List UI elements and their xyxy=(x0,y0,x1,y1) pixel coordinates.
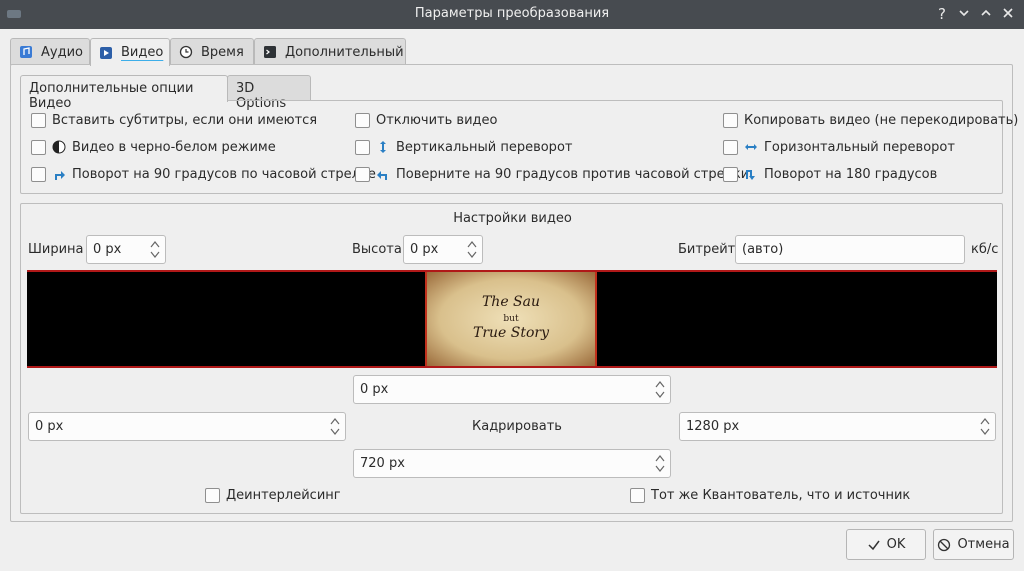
close-icon xyxy=(1003,8,1013,18)
option-rotate-180[interactable]: Поворот на 180 градусов xyxy=(723,165,937,183)
crop-left-value: 0 px xyxy=(35,419,64,434)
option-vertical-flip[interactable]: Вертикальный переворот xyxy=(355,138,572,156)
checkbox[interactable] xyxy=(31,139,46,155)
preview-title-line3: True Story xyxy=(472,325,550,341)
option-label: Поворот на 180 градусов xyxy=(764,166,938,182)
title-bar: Параметры преобразования ? xyxy=(0,0,1024,29)
width-label: Ширина xyxy=(28,242,84,257)
spin-arrows-icon[interactable] xyxy=(980,416,990,437)
option-label: Копировать видео (не перекодировать) xyxy=(744,112,1019,128)
option-label: Отключить видео xyxy=(376,112,498,128)
option-label: Горизонтальный переворот xyxy=(764,139,955,155)
crop-label: Кадрировать xyxy=(472,419,562,434)
option-label: Вставить субтитры, если они имеются xyxy=(52,112,318,128)
bitrate-input[interactable]: (авто) xyxy=(735,235,965,264)
spin-arrows-icon[interactable] xyxy=(330,416,340,437)
option-label: Деинтерлейсинг xyxy=(226,487,341,503)
tab-advanced[interactable]: Дополнительный xyxy=(254,38,406,65)
video-icon xyxy=(100,46,112,59)
minimize-button[interactable] xyxy=(954,4,974,24)
rotate-ccw-icon xyxy=(377,171,387,180)
tab-audio[interactable]: Аудио xyxy=(10,38,90,65)
cancel-label: Отмена xyxy=(957,537,1010,552)
tab-time[interactable]: Время xyxy=(170,38,254,65)
preview-title-line1: The Sau xyxy=(481,294,541,310)
height-label: Высота xyxy=(352,242,402,257)
option-insert-subtitles[interactable]: Вставить субтитры, если они имеются xyxy=(31,111,317,129)
option-grayscale[interactable]: Видео в черно-белом режиме xyxy=(31,138,276,156)
checkbox[interactable] xyxy=(355,166,370,182)
crop-bottom-spinbox[interactable]: 720 px xyxy=(353,449,671,478)
horizontal-flip-icon xyxy=(745,144,757,150)
bitrate-unit: кб/с xyxy=(971,242,999,257)
tab-label: Аудио xyxy=(41,44,83,60)
video-settings-title: Настройки видео xyxy=(453,211,572,226)
clock-icon xyxy=(179,45,193,59)
tab-label: Видео xyxy=(121,45,164,60)
spin-arrows-icon[interactable] xyxy=(467,239,477,260)
preview-frame: The Sau but True Story xyxy=(425,272,597,366)
check-icon xyxy=(868,540,880,550)
checkbox[interactable] xyxy=(31,112,46,128)
close-button[interactable] xyxy=(998,4,1018,24)
crop-top-value: 0 px xyxy=(360,382,389,397)
spin-arrows-icon[interactable] xyxy=(655,379,665,400)
option-copy-video[interactable]: Копировать видео (не перекодировать) xyxy=(723,111,1018,129)
chevron-down-icon xyxy=(959,10,969,17)
checkbox[interactable] xyxy=(723,112,738,128)
cancel-button[interactable]: Отмена xyxy=(933,529,1014,560)
maximize-button[interactable] xyxy=(976,4,996,24)
option-label: Вертикальный переворот xyxy=(396,139,573,155)
checkbox[interactable] xyxy=(355,112,370,128)
cancel-icon xyxy=(938,538,951,551)
rotate-180-icon xyxy=(746,170,755,180)
subtab-3d-options[interactable]: 3D Options xyxy=(227,75,311,111)
option-label: Поворот на 90 градусов по часовой стрелк… xyxy=(72,166,376,182)
height-value: 0 px xyxy=(410,242,439,257)
option-label: Поверните на 90 градусов против часовой … xyxy=(396,166,750,182)
chevron-up-icon xyxy=(981,9,991,16)
tab-label: Время xyxy=(201,44,244,60)
crop-right-spinbox[interactable]: 1280 px xyxy=(679,412,996,441)
option-label: Тот же Квантователь, что и источник xyxy=(651,487,911,503)
video-preview: The Sau but True Story xyxy=(27,270,997,368)
width-value: 0 px xyxy=(93,242,122,257)
option-label: Видео в черно-белом режиме xyxy=(72,139,276,155)
checkbox[interactable] xyxy=(355,139,370,155)
crop-top-spinbox[interactable]: 0 px xyxy=(353,375,671,404)
option-deinterlace[interactable]: Деинтерлейсинг xyxy=(205,486,341,504)
bitrate-value: (авто) xyxy=(742,242,784,257)
crop-bottom-value: 720 px xyxy=(360,456,405,471)
subtab-video-options[interactable]: Дополнительные опции Видео xyxy=(20,75,228,111)
audio-icon xyxy=(20,46,32,58)
rotate-cw-icon xyxy=(55,171,65,180)
spin-arrows-icon[interactable] xyxy=(150,239,160,260)
checkbox[interactable] xyxy=(723,166,738,182)
help-button[interactable]: ? xyxy=(932,4,952,24)
height-spinbox[interactable]: 0 px xyxy=(403,235,483,264)
ok-label: OK xyxy=(886,537,906,552)
option-horizontal-flip[interactable]: Горизонтальный переворот xyxy=(723,138,955,156)
checkbox[interactable] xyxy=(31,166,46,182)
terminal-icon xyxy=(264,46,276,58)
bitrate-label: Битрейт xyxy=(678,242,736,257)
grayscale-icon xyxy=(52,140,66,154)
tab-video[interactable]: Видео xyxy=(90,38,170,66)
window-title: Параметры преобразования xyxy=(414,6,610,21)
vertical-flip-icon xyxy=(380,141,386,153)
checkbox[interactable] xyxy=(723,139,738,155)
option-rotate-cw[interactable]: Поворот на 90 градусов по часовой стрелк… xyxy=(31,165,376,183)
preview-title-line2: but xyxy=(503,314,519,324)
crop-right-value: 1280 px xyxy=(686,419,740,434)
checkbox[interactable] xyxy=(205,487,220,503)
tab-label: Дополнительный xyxy=(285,44,404,60)
ok-button[interactable]: OK xyxy=(846,529,926,560)
option-same-quantizer[interactable]: Тот же Квантователь, что и источник xyxy=(630,486,910,504)
crop-left-spinbox[interactable]: 0 px xyxy=(28,412,346,441)
spin-arrows-icon[interactable] xyxy=(655,453,665,474)
option-disable-video[interactable]: Отключить видео xyxy=(355,111,497,129)
checkbox[interactable] xyxy=(630,487,645,503)
option-rotate-ccw[interactable]: Поверните на 90 градусов против часовой … xyxy=(355,165,749,183)
width-spinbox[interactable]: 0 px xyxy=(86,235,166,264)
